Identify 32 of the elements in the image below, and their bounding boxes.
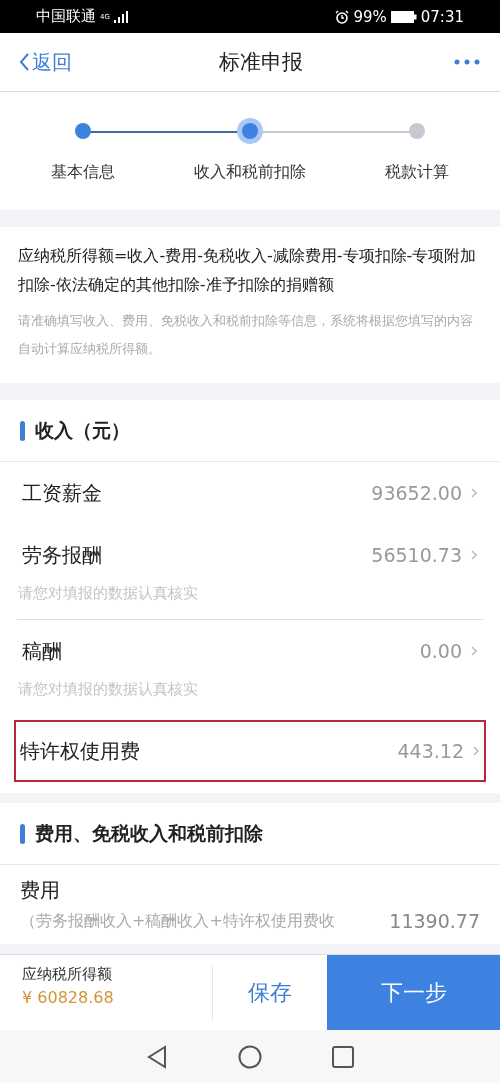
back-button[interactable]: 返回 (18, 48, 72, 76)
recents-icon[interactable] (332, 1045, 354, 1068)
next-button[interactable]: 下一步 (327, 955, 500, 1030)
section-title: 费用、免税收入和税前扣除 (35, 820, 263, 846)
back-icon[interactable] (18, 52, 30, 72)
chevron-icon (470, 487, 478, 499)
row-value: 11390.77 (389, 910, 480, 932)
total-amount: ¥ 60828.68 (22, 988, 115, 1007)
row-detail: （劳务报酬收入+稿酬收入+特许权使用费收 (20, 910, 335, 932)
battery-percent: 99% (353, 7, 387, 26)
formula-text: 应纳税所得额=收入-费用-免税收入-减除费用-专项扣除-专项附加扣除-依法确定的其他扣除-准予扣除的捐赠额 (18, 245, 478, 296)
battery-icon (390, 10, 417, 23)
chevron-icon (472, 745, 480, 757)
income-row[interactable]: 特许权使用费 443.12 (14, 720, 486, 782)
total-label: 应纳税所得额 (22, 965, 113, 984)
home-icon[interactable] (238, 1044, 262, 1069)
chevron-icon (470, 549, 478, 561)
section-marker (20, 420, 25, 441)
alarm-icon (335, 9, 350, 24)
section-title: 收入（元） (35, 417, 130, 443)
page-title: 标准申报 (219, 49, 303, 76)
step-label: 税款计算 (384, 162, 449, 183)
step-label: 收入和税前扣除 (194, 162, 306, 183)
back-nav-icon[interactable] (146, 1044, 168, 1069)
formula-note: 请准确填写收入、费用、免税收入和税前扣除等信息，系统将根据您填写的内容自动计算应纳税所得额。 (18, 312, 474, 358)
clock-time: 07:31 (420, 7, 464, 26)
chevron-icon (470, 645, 478, 657)
step-label: 基本信息 (51, 162, 116, 183)
carrier-name: 中国联通 (36, 7, 96, 26)
section-marker (20, 823, 25, 844)
row-label: 费用 (20, 877, 61, 904)
signal-icon (113, 10, 128, 23)
